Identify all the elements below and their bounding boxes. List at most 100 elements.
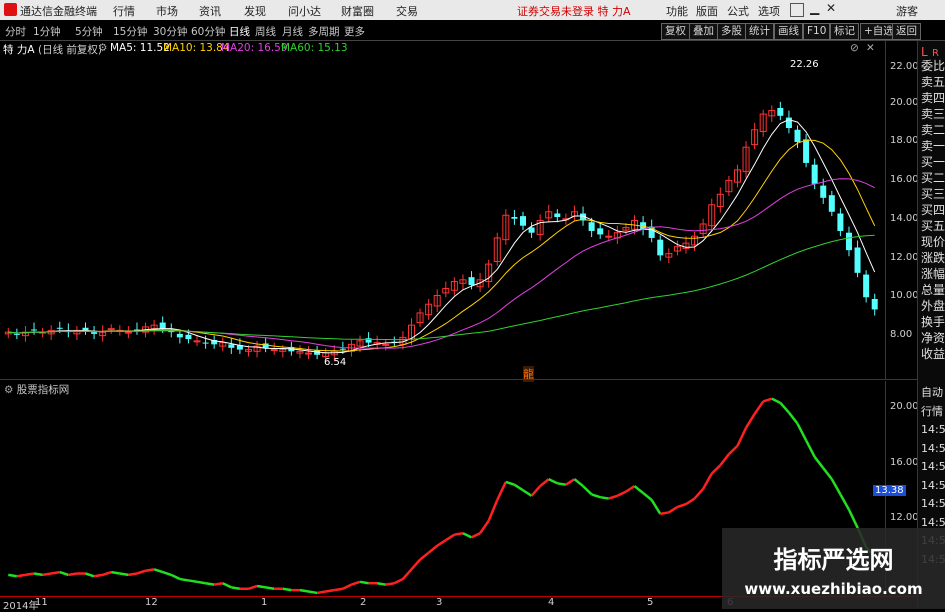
- settings-icon[interactable]: ⚙: [98, 42, 107, 54]
- candle-body: [185, 334, 192, 340]
- menu-market[interactable]: 市场: [156, 3, 178, 19]
- indicator-segment: [487, 499, 499, 522]
- menu-wealth[interactable]: 财富圈: [341, 3, 374, 19]
- indicator-segment: [736, 427, 748, 447]
- sidebar-item[interactable]: 卖二: [921, 122, 945, 138]
- sidebar-item[interactable]: 买一: [921, 154, 945, 170]
- indicator-segment: [804, 439, 816, 458]
- overlay-button[interactable]: 叠加: [689, 23, 718, 40]
- indicator-segment: [591, 493, 601, 499]
- date-label: 3: [436, 597, 443, 608]
- indicator-segment: [779, 402, 790, 414]
- mark-button[interactable]: 标记: [830, 23, 859, 40]
- menu-discover[interactable]: 发现: [244, 3, 266, 19]
- sidebar-item[interactable]: 涨幅: [921, 266, 945, 282]
- period-5min[interactable]: 5分钟: [75, 24, 103, 39]
- indicator-segment: [231, 586, 241, 590]
- indicator-segment: [839, 493, 851, 511]
- candle-body: [270, 349, 278, 352]
- period-tick[interactable]: 分时: [5, 24, 26, 39]
- candle-body: [193, 340, 201, 343]
- candle-body: [863, 274, 870, 298]
- indicator-segment: [427, 544, 438, 554]
- indicator-segment: [616, 490, 627, 497]
- period-60min[interactable]: 60分钟: [191, 24, 225, 39]
- menu-formula[interactable]: 公式: [727, 3, 749, 19]
- sidebar-item[interactable]: 买五: [921, 218, 945, 234]
- menu-ask[interactable]: 问小达: [288, 3, 321, 19]
- menu-function[interactable]: 功能: [666, 3, 688, 19]
- app-title: 通达信金融终端: [20, 5, 97, 18]
- period-daily[interactable]: 日线: [229, 24, 250, 39]
- guest-label[interactable]: 游客: [896, 3, 918, 19]
- candle-body: [871, 298, 878, 310]
- indicator-segment: [359, 580, 369, 585]
- stats-button[interactable]: 统计: [745, 23, 774, 40]
- candle-body: [511, 217, 518, 219]
- sidebar-item[interactable]: 现价: [921, 234, 945, 250]
- f10-button[interactable]: F10: [803, 23, 831, 40]
- period-1min[interactable]: 1分钟: [33, 24, 61, 39]
- draw-button[interactable]: 画线: [774, 23, 803, 40]
- period-15min[interactable]: 15分钟: [113, 24, 147, 39]
- candle-body: [777, 107, 784, 116]
- candle-body: [91, 332, 98, 334]
- restore-icon[interactable]: [790, 3, 804, 17]
- sidebar-lower-item[interactable]: 自动: [921, 385, 945, 401]
- sidebar-item[interactable]: 净资: [921, 330, 945, 346]
- sidebar-item[interactable]: 外盘: [921, 298, 945, 314]
- sidebar-lower-item[interactable]: 14:50: [921, 422, 945, 438]
- pin-icon[interactable]: ⊘: [850, 42, 859, 54]
- indicator-segment: [496, 481, 507, 501]
- sidebar-lower-item[interactable]: 14:50: [921, 496, 945, 512]
- sidebar-item[interactable]: 卖五: [921, 74, 945, 90]
- candle-body: [785, 117, 792, 129]
- period-multi[interactable]: 多周期: [308, 24, 340, 39]
- sidebar-item[interactable]: 收益: [921, 346, 945, 362]
- minimize-icon[interactable]: ▁: [810, 1, 819, 15]
- candlestick-chart[interactable]: [0, 56, 885, 379]
- sidebar-lower-item[interactable]: 行情: [921, 404, 945, 420]
- multi-stock-button[interactable]: 多股: [717, 23, 746, 40]
- indicator-segment: [710, 464, 722, 475]
- period-weekly[interactable]: 周线: [255, 24, 276, 39]
- sidebar-item[interactable]: 总量: [921, 282, 945, 298]
- panel-divider[interactable]: [0, 379, 917, 380]
- indicator-segment: [445, 533, 456, 542]
- candle-body: [176, 333, 183, 338]
- period-more[interactable]: 更多: [344, 24, 365, 39]
- sidebar-item[interactable]: 买三: [921, 186, 945, 202]
- sidebar-lower-item[interactable]: 14:50: [921, 441, 945, 457]
- sidebar-item[interactable]: 卖三: [921, 106, 945, 122]
- back-button[interactable]: 返回: [892, 23, 921, 40]
- indicator-segment: [188, 579, 198, 584]
- sidebar-item[interactable]: 买二: [921, 170, 945, 186]
- login-notice[interactable]: 证券交易未登录 特 力A: [517, 3, 631, 19]
- menu-quotes[interactable]: 行情: [113, 3, 135, 19]
- period-30min[interactable]: 30分钟: [153, 24, 187, 39]
- sidebar-item[interactable]: 委比: [921, 58, 945, 74]
- sidebar-item[interactable]: 卖四: [921, 90, 945, 106]
- menu-options[interactable]: 选项: [758, 3, 780, 19]
- sidebar-lower-item[interactable]: 14:50: [921, 459, 945, 475]
- ma10-value: MA10: 13.84: [163, 42, 230, 54]
- sidebar-lower-item[interactable]: 14:50: [921, 478, 945, 494]
- indicator-segment: [325, 588, 335, 593]
- menu-news[interactable]: 资讯: [199, 3, 221, 19]
- adjust-button[interactable]: 复权: [661, 23, 690, 40]
- period-monthly[interactable]: 月线: [282, 24, 303, 39]
- candle-body: [820, 185, 827, 198]
- app-logo-icon: [4, 3, 17, 16]
- indicator-segment: [316, 590, 326, 595]
- close-icon[interactable]: ✕: [826, 1, 836, 15]
- axis-tick: 18.00: [890, 135, 919, 146]
- candle-body: [803, 139, 810, 163]
- close-panel-icon[interactable]: ✕: [866, 42, 875, 54]
- menu-trade[interactable]: 交易: [396, 3, 418, 19]
- menu-layout[interactable]: 版面: [696, 3, 718, 19]
- sidebar-item[interactable]: 换手: [921, 314, 945, 330]
- sidebar-item[interactable]: 卖一: [921, 138, 945, 154]
- sidebar-item[interactable]: 买四: [921, 202, 945, 218]
- sidebar-item[interactable]: 涨跌: [921, 250, 945, 266]
- indicator-segment: [582, 485, 593, 496]
